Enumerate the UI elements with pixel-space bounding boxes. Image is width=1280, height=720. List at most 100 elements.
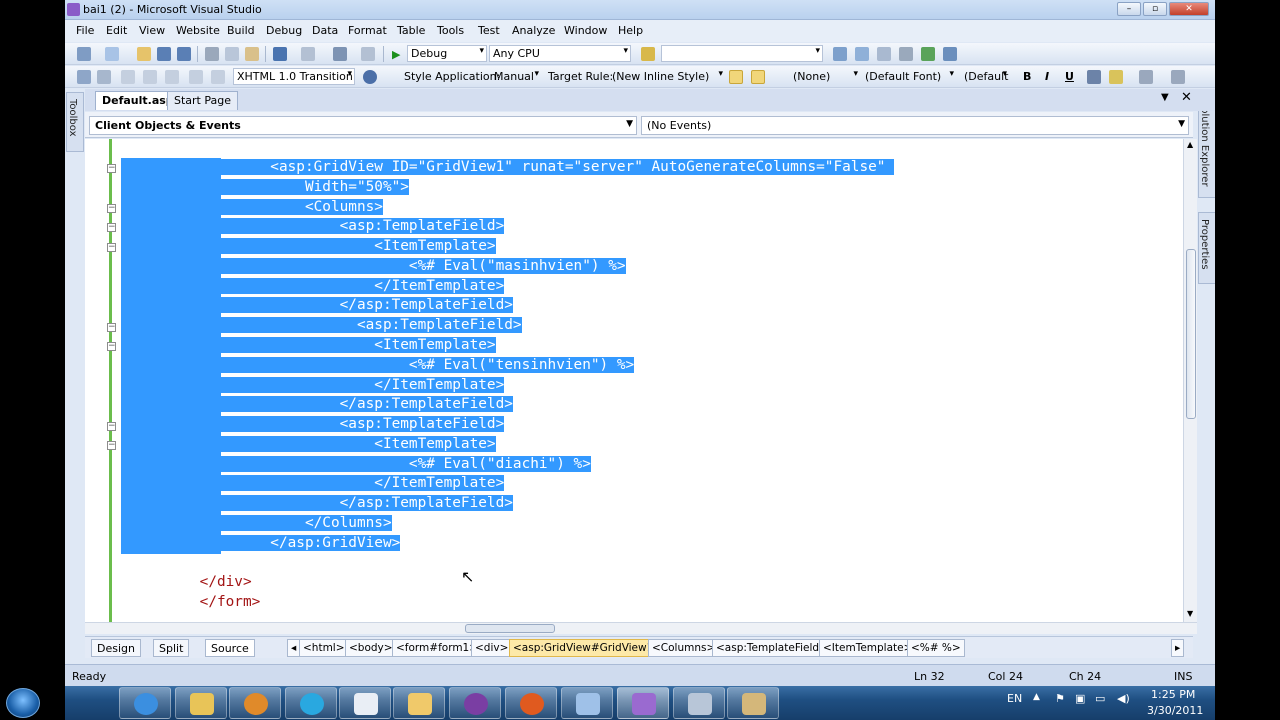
- skype-task[interactable]: [285, 687, 337, 719]
- menu-data[interactable]: Data: [312, 24, 338, 37]
- start-page-icon[interactable]: [921, 47, 935, 61]
- fold-toggle[interactable]: −: [107, 422, 116, 431]
- open-icon[interactable]: [137, 47, 151, 61]
- menu-window[interactable]: Window: [564, 24, 607, 37]
- bullets-icon[interactable]: [1171, 70, 1185, 84]
- format-document-icon[interactable]: [97, 70, 111, 84]
- target-rule-combo[interactable]: (New Inline Style): [608, 68, 726, 85]
- reuse-style-icon[interactable]: [751, 70, 765, 84]
- platform-combo[interactable]: Any CPU: [489, 45, 631, 62]
- menu-test[interactable]: Test: [478, 24, 500, 37]
- toolbox-tab[interactable]: Toolbox: [66, 92, 84, 152]
- yahoo-messenger-task[interactable]: [449, 687, 501, 719]
- notepad-task[interactable]: [339, 687, 391, 719]
- menu-edit[interactable]: Edit: [106, 24, 127, 37]
- undo-icon[interactable]: [273, 47, 287, 61]
- fold-toggle[interactable]: −: [107, 323, 116, 332]
- html-source-icon[interactable]: [77, 70, 91, 84]
- tab-dropdown-icon[interactable]: ▼: [1161, 92, 1169, 103]
- source-view-button[interactable]: Source: [205, 639, 255, 657]
- find-combo[interactable]: [661, 45, 823, 62]
- breadcrumb-form[interactable]: <form#form1>: [392, 639, 483, 657]
- code-editor[interactable]: − − − − − − − − <asp:GridView ID="GridVi…: [85, 139, 1183, 622]
- configuration-combo[interactable]: Debug: [407, 45, 487, 62]
- menu-tools[interactable]: Tools: [437, 24, 464, 37]
- comment-icon[interactable]: [165, 70, 179, 84]
- language-indicator[interactable]: EN: [1007, 692, 1022, 705]
- clock-date[interactable]: 3/30/2011: [1147, 704, 1203, 717]
- breadcrumb-itemtemplate[interactable]: <ItemTemplate>: [819, 639, 917, 657]
- scroll-down-icon[interactable]: ▼: [1187, 609, 1193, 618]
- menu-view[interactable]: View: [139, 24, 165, 37]
- scroll-up-icon[interactable]: ▲: [1187, 140, 1193, 149]
- font-size-combo[interactable]: (Default: [960, 68, 1010, 85]
- vertical-scrollbar[interactable]: ▲ ▼: [1183, 139, 1197, 622]
- save-icon[interactable]: [157, 47, 171, 61]
- paste-icon[interactable]: [245, 47, 259, 61]
- vertical-scroll-thumb[interactable]: [1186, 249, 1196, 419]
- style-application-combo[interactable]: Manual: [490, 68, 542, 85]
- horizontal-scrollbar[interactable]: [85, 622, 1197, 634]
- internet-explorer-task[interactable]: [119, 687, 171, 719]
- breadcrumb-expression[interactable]: <%# %>: [907, 639, 965, 657]
- tab-start-page[interactable]: Start Page: [167, 91, 238, 110]
- objects-dropdown[interactable]: Client Objects & Events ▼: [89, 116, 637, 135]
- uncomment-icon[interactable]: [189, 70, 203, 84]
- fold-toggle[interactable]: −: [107, 164, 116, 173]
- tray-expand-icon[interactable]: ▲: [1033, 692, 1040, 702]
- tool-task[interactable]: [727, 687, 779, 719]
- breadcrumb-div[interactable]: <div>: [471, 639, 513, 657]
- doctype-combo[interactable]: XHTML 1.0 Transition: [233, 68, 355, 85]
- explorer-task[interactable]: [175, 687, 227, 719]
- find-in-files-icon[interactable]: [833, 47, 847, 61]
- save-all-icon[interactable]: [177, 47, 191, 61]
- word-task[interactable]: [561, 687, 613, 719]
- block-format-combo[interactable]: (None): [789, 68, 861, 85]
- minimize-button[interactable]: –: [1117, 2, 1141, 16]
- close-button[interactable]: ✕: [1169, 2, 1209, 16]
- properties-icon[interactable]: [877, 47, 891, 61]
- outdent-icon[interactable]: [143, 70, 157, 84]
- align-icon[interactable]: [1139, 70, 1153, 84]
- breadcrumb-gridview[interactable]: <asp:GridView#GridView1>: [509, 639, 667, 657]
- menu-table[interactable]: Table: [397, 24, 425, 37]
- validation-icon[interactable]: [363, 70, 377, 84]
- clock-time[interactable]: 1:25 PM: [1151, 688, 1195, 701]
- navigate-back-icon[interactable]: [333, 47, 347, 61]
- start-button[interactable]: [6, 688, 40, 718]
- maximize-button[interactable]: ▫: [1143, 2, 1167, 16]
- font-color-icon[interactable]: [1087, 70, 1101, 84]
- redo-icon[interactable]: [301, 47, 315, 61]
- solution-explorer-icon[interactable]: [855, 47, 869, 61]
- highlight-icon[interactable]: [1109, 70, 1123, 84]
- design-view-button[interactable]: Design: [91, 639, 141, 657]
- cut-icon[interactable]: [205, 47, 219, 61]
- menu-debug[interactable]: Debug: [266, 24, 302, 37]
- new-project-icon[interactable]: [77, 47, 91, 61]
- events-dropdown[interactable]: (No Events) ▼: [641, 116, 1189, 135]
- add-item-icon[interactable]: [105, 47, 119, 61]
- visual-studio-task[interactable]: [617, 687, 669, 719]
- menu-file[interactable]: File: [76, 24, 94, 37]
- menu-website[interactable]: Website: [176, 24, 220, 37]
- font-name-combo[interactable]: (Default Font): [861, 68, 957, 85]
- split-view-button[interactable]: Split: [153, 639, 190, 657]
- bookmark-icon[interactable]: [211, 70, 225, 84]
- menu-format[interactable]: Format: [348, 24, 387, 37]
- bold-button[interactable]: B: [1023, 70, 1031, 83]
- underline-button[interactable]: U: [1065, 70, 1074, 83]
- breadcrumb-templatefield[interactable]: <asp:TemplateField>: [712, 639, 832, 657]
- copy-icon[interactable]: [225, 47, 239, 61]
- command-window-icon[interactable]: [943, 47, 957, 61]
- volume-icon[interactable]: ◀): [1117, 692, 1130, 705]
- italic-button[interactable]: I: [1045, 70, 1049, 83]
- start-debug-icon[interactable]: ▶: [392, 48, 400, 61]
- toolbox-icon[interactable]: [899, 47, 913, 61]
- firefox-task[interactable]: [505, 687, 557, 719]
- app-task[interactable]: [673, 687, 725, 719]
- navigate-forward-icon[interactable]: [361, 47, 375, 61]
- editor-task[interactable]: [393, 687, 445, 719]
- fold-toggle[interactable]: −: [107, 342, 116, 351]
- network-icon[interactable]: ▣: [1075, 692, 1085, 705]
- breadcrumb-html[interactable]: <html>: [299, 639, 349, 657]
